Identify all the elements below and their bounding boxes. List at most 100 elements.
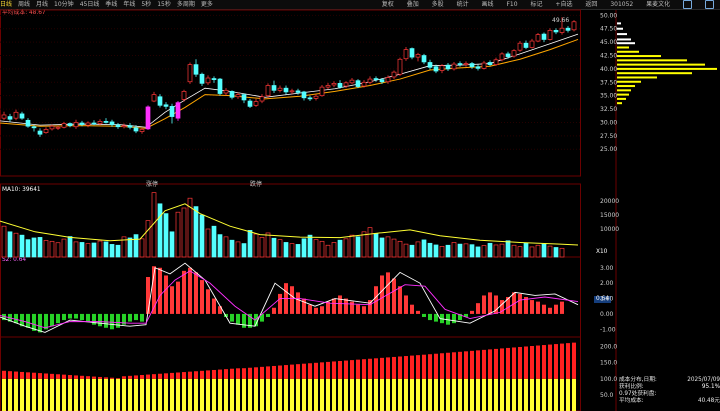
macd-bar: [62, 313, 66, 321]
lower-yellow-bar: [128, 378, 132, 411]
volume-bar: [277, 239, 283, 258]
candle-body: [217, 78, 223, 94]
lower-red-bar: [338, 361, 342, 379]
lower-red-bar: [308, 363, 312, 379]
lower-red-bar: [176, 372, 180, 379]
lower-yellow-bar: [56, 378, 60, 411]
macd-bar: [344, 298, 348, 314]
macd-bar: [74, 313, 78, 319]
volume-bar: [319, 240, 325, 258]
lower-red-bar: [242, 368, 246, 379]
lower-yellow-bar: [176, 378, 180, 411]
candle-body: [31, 126, 37, 129]
candle-body: [61, 123, 67, 128]
lower-yellow-bar: [248, 378, 252, 411]
volume-bar: [259, 237, 265, 258]
volume-bar: [229, 239, 235, 258]
volume-bar: [103, 241, 109, 258]
macd-bar: [410, 304, 414, 314]
lower-red-bar: [356, 359, 360, 379]
lower-yellow-bar: [446, 378, 450, 411]
candle-body: [247, 100, 253, 107]
price-tick-label: 37.50: [600, 79, 617, 86]
macd-bar: [176, 281, 180, 314]
lower-red-bar: [194, 371, 198, 379]
lower-yellow-bar: [422, 378, 426, 411]
candle-body: [541, 33, 547, 40]
macd-bar: [212, 298, 216, 314]
cost-date-label: 成本分布,日期:: [619, 377, 657, 383]
macd-bar: [530, 300, 534, 314]
macd-bar: [110, 313, 114, 330]
volume-bar: [313, 239, 319, 258]
lower-yellow-bar: [572, 378, 576, 411]
volume-bar: [61, 238, 67, 258]
macd-bar: [206, 289, 210, 314]
volume-ma-line: [0, 203, 579, 246]
volume-bar: [91, 242, 97, 258]
volume-bar: [457, 243, 463, 258]
volume-bar: [283, 242, 289, 258]
lower-yellow-bar: [242, 378, 246, 411]
price-tick-label: 32.50: [600, 106, 617, 113]
candle-body: [187, 64, 193, 83]
lower-yellow-bar: [110, 378, 114, 411]
candle-body: [415, 54, 421, 58]
candle-body: [283, 87, 289, 93]
macd-bar: [14, 313, 18, 324]
lower-yellow-bar: [494, 378, 498, 411]
volume-bar: [43, 240, 49, 258]
profile-bar: [617, 46, 629, 49]
volume-bar: [265, 232, 271, 258]
candle-body: [391, 71, 397, 78]
lower-red-bar: [380, 357, 384, 379]
volume-bar: [385, 236, 391, 258]
lower-tick-label: 200.0: [600, 344, 617, 351]
lower-red-bar: [464, 351, 468, 379]
profit-ratio-value: 95.1%: [701, 384, 720, 390]
profile-bar: [617, 33, 627, 36]
macd-bar: [422, 313, 426, 317]
candle-body: [73, 122, 79, 128]
macd-bar: [26, 313, 30, 328]
lower-red-bar: [368, 358, 372, 379]
lower-yellow-bar: [488, 378, 492, 411]
volume-bar: [523, 242, 529, 258]
lower-red-bar: [446, 352, 450, 379]
candle-body: [445, 64, 451, 70]
macd-bar: [536, 301, 540, 314]
lower-yellow-bar: [512, 378, 516, 411]
candle-body: [139, 129, 145, 132]
lower-yellow-bar: [470, 378, 474, 411]
volume-bar: [79, 242, 85, 258]
limit-down-marker: 跌停: [250, 180, 262, 188]
candle-body: [133, 127, 139, 132]
candle-body: [343, 82, 349, 87]
price-tick-label: 35.00: [600, 93, 617, 100]
macd-bar: [554, 304, 558, 314]
profile-bar: [617, 63, 705, 66]
lower-yellow-bar: [362, 378, 366, 411]
lower-yellow-bar: [224, 378, 228, 411]
candle-body: [367, 78, 373, 83]
volume-bar: [409, 244, 415, 258]
candle-body: [331, 83, 337, 86]
volume-bar: [397, 240, 403, 258]
candle-body: [469, 63, 475, 68]
volume-bar: [307, 234, 313, 258]
candle-body: [373, 78, 379, 80]
volume-bar: [349, 234, 355, 258]
macd-bar: [356, 304, 360, 314]
macd-bar: [188, 267, 192, 314]
macd-bar: [38, 313, 42, 333]
lower-red-bar: [404, 356, 408, 379]
volume-bar: [433, 244, 439, 258]
candle-body: [487, 62, 493, 65]
lower-red-bar: [14, 371, 18, 379]
macd-bar: [116, 313, 120, 328]
candle-body: [55, 126, 61, 129]
volume-bar: [301, 238, 307, 258]
lower-red-bar: [560, 343, 564, 379]
macd-bar: [56, 313, 60, 324]
macd-tick-label: 2.00: [600, 280, 614, 287]
